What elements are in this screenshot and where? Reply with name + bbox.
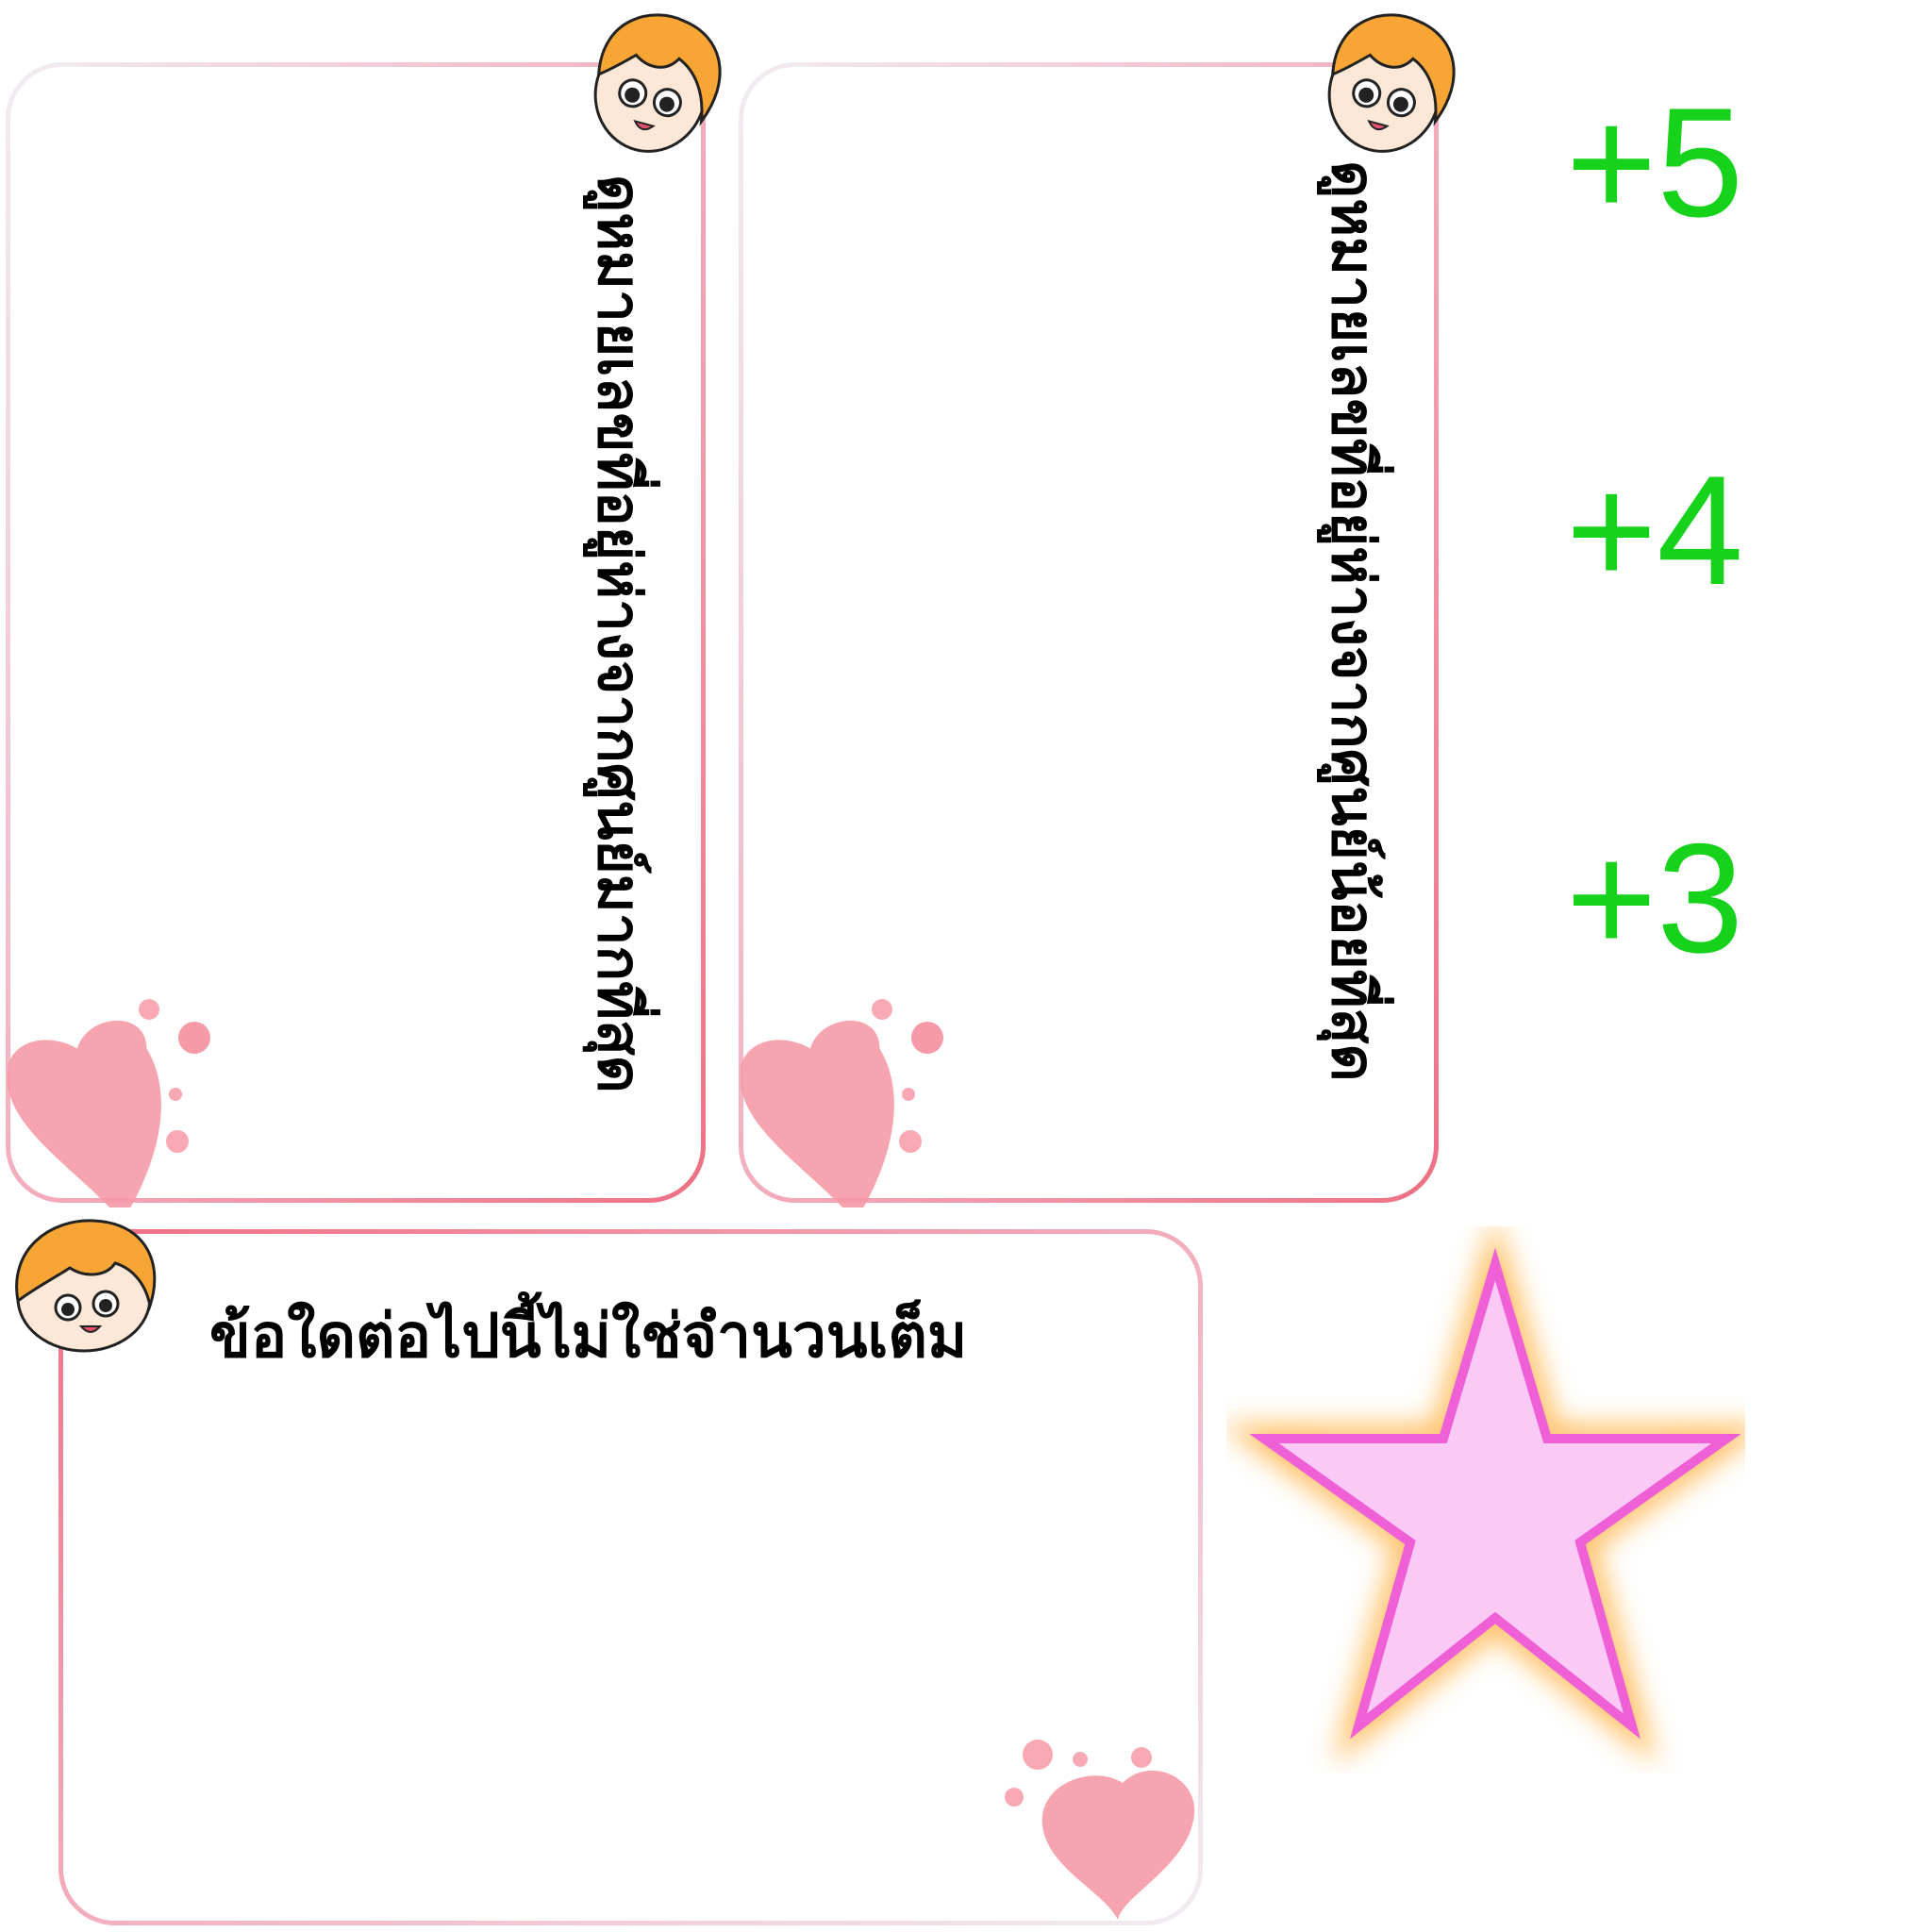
score-plus-five: +5	[1566, 75, 1744, 249]
cartoon-boy-face-icon	[1327, 13, 1456, 153]
pink-star-icon	[1226, 1226, 1745, 1765]
pink-heart-icon	[741, 999, 943, 1208]
pink-heart-icon	[1005, 1740, 1195, 1920]
cartoon-boy-face-icon	[593, 13, 722, 153]
card-middle-vertical-text: ดูหมายเลขที่อยู่ห่างจากศูนย์น้อยที่สุด	[1319, 160, 1388, 1082]
score-plus-four: +4	[1566, 443, 1744, 617]
pink-heart-icon	[8, 999, 210, 1208]
card-left-vertical-text: ดูหมายเลขที่อยู่ห่างจากศูนย์มากที่สุด	[585, 175, 654, 1094]
card-bottom-title: ข้อใดต่อไปนี้ไม่ใช่จำนวนเต็ม	[209, 1302, 968, 1372]
cartoon-boy-face-icon	[15, 1219, 157, 1353]
score-plus-three: +3	[1566, 811, 1744, 985]
